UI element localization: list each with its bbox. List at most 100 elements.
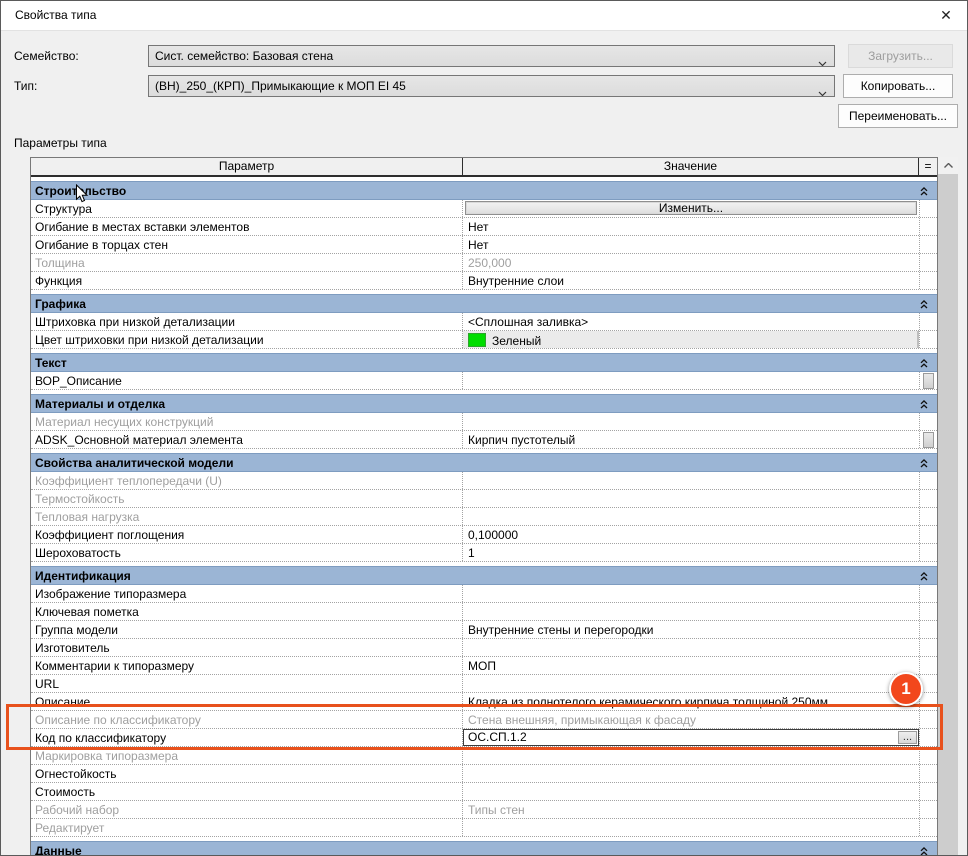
param-cell: Комментарии к типоразмеру xyxy=(31,657,463,674)
table-row: Коэффициент поглощения0,100000 xyxy=(31,526,937,544)
param-mini-button[interactable] xyxy=(923,373,934,389)
section-header[interactable]: Идентификация xyxy=(31,566,937,585)
eq-cell xyxy=(919,783,937,800)
scrollbar-thumb[interactable] xyxy=(938,174,958,856)
chevron-down-icon xyxy=(818,83,827,97)
eq-cell xyxy=(919,490,937,507)
table-row: ADSK_Основной материал элементаКирпич пу… xyxy=(31,431,937,449)
eq-cell xyxy=(919,313,937,330)
type-select[interactable]: (ВН)_250_(КРП)_Примыкающие к МОП EI 45 xyxy=(148,75,835,97)
value-cell[interactable]: Изменить... xyxy=(463,200,919,217)
collapse-section-icon xyxy=(919,846,929,856)
eq-cell xyxy=(919,526,937,543)
value-cell[interactable] xyxy=(463,675,919,692)
column-header-value[interactable]: Значение xyxy=(463,158,919,175)
table-row: Материал несущих конструкций xyxy=(31,413,937,431)
section-header[interactable]: Графика xyxy=(31,294,937,313)
param-cell: Рабочий набор xyxy=(31,801,463,818)
section-header[interactable]: Материалы и отделка xyxy=(31,394,937,413)
collapse-section-icon xyxy=(919,399,929,410)
table-row: Огнестойкость xyxy=(31,765,937,783)
mouse-cursor xyxy=(75,184,89,207)
collapse-section-icon xyxy=(919,299,929,310)
value-cell[interactable]: Нет xyxy=(463,218,919,235)
value-cell[interactable]: Типы стен xyxy=(463,801,919,818)
table-row: Комментарии к типоразмеруМОП xyxy=(31,657,937,675)
section-title: Свойства аналитической модели xyxy=(35,456,233,470)
arrow-up-icon xyxy=(944,163,953,168)
value-cell[interactable] xyxy=(463,585,919,602)
value-cell[interactable] xyxy=(463,819,919,836)
value-cell[interactable]: <Сплошная заливка> xyxy=(463,313,919,330)
value-cell[interactable] xyxy=(463,508,919,525)
eq-cell xyxy=(919,200,937,217)
duplicate-button[interactable]: Копировать... xyxy=(843,74,953,98)
param-mini-button[interactable] xyxy=(923,432,934,448)
window-title: Свойства типа xyxy=(15,1,96,30)
type-parameters-caption: Параметры типа xyxy=(14,136,107,150)
value-cell[interactable]: Внутренние стены и перегородки xyxy=(463,621,919,638)
load-button[interactable]: Загрузить... xyxy=(848,44,953,68)
value-cell[interactable] xyxy=(463,603,919,620)
section-title: Данные xyxy=(35,844,82,856)
param-cell: ADSK_Основной материал элемента xyxy=(31,431,463,448)
table-row: Коэффициент теплопередачи (U) xyxy=(31,472,937,490)
type-select-value: (ВН)_250_(КРП)_Примыкающие к МОП EI 45 xyxy=(155,79,406,93)
param-cell: Группа модели xyxy=(31,621,463,638)
vertical-scrollbar[interactable] xyxy=(938,157,958,856)
family-select[interactable]: Сист. семейство: Базовая стена xyxy=(148,45,835,67)
param-cell: Коэффициент теплопередачи (U) xyxy=(31,472,463,489)
value-cell[interactable] xyxy=(463,413,919,430)
param-cell: ВОР_Описание xyxy=(31,372,463,389)
modify-button[interactable]: Изменить... xyxy=(465,201,917,215)
value-cell[interactable]: Нет xyxy=(463,236,919,253)
table-row: Тепловая нагрузка xyxy=(31,508,937,526)
value-cell[interactable] xyxy=(463,472,919,489)
close-button[interactable]: ✕ xyxy=(929,1,963,30)
collapse-section-icon xyxy=(919,571,929,582)
value-cell[interactable] xyxy=(463,372,919,389)
eq-cell xyxy=(919,585,937,602)
section-title: Графика xyxy=(35,297,86,311)
param-cell: Тепловая нагрузка xyxy=(31,508,463,525)
value-cell[interactable]: Кирпич пустотелый xyxy=(463,431,919,448)
param-cell: Редактирует xyxy=(31,819,463,836)
value-cell[interactable]: 0,100000 xyxy=(463,526,919,543)
param-cell: Изображение типоразмера xyxy=(31,585,463,602)
param-cell: Стоимость xyxy=(31,783,463,800)
value-cell[interactable] xyxy=(463,765,919,782)
value-cell[interactable]: МОП xyxy=(463,657,919,674)
eq-cell xyxy=(919,218,937,235)
collapse-section-icon xyxy=(919,458,929,469)
table-row: ФункцияВнутренние слои xyxy=(31,272,937,290)
value-cell[interactable] xyxy=(463,783,919,800)
value-cell[interactable]: 250,000 xyxy=(463,254,919,271)
eq-cell xyxy=(919,544,937,561)
eq-cell xyxy=(919,603,937,620)
eq-cell xyxy=(919,765,937,782)
value-cell[interactable]: Внутренние слои xyxy=(463,272,919,289)
column-header-parameter[interactable]: Параметр xyxy=(31,158,463,175)
table-row: URL xyxy=(31,675,937,693)
value-cell[interactable]: 1 xyxy=(463,544,919,561)
value-cell[interactable] xyxy=(463,490,919,507)
section-header[interactable]: Свойства аналитической модели xyxy=(31,453,937,472)
eq-cell xyxy=(919,819,937,836)
scroll-up-button[interactable] xyxy=(938,157,958,174)
table-row: Штриховка при низкой детализации<Сплошна… xyxy=(31,313,937,331)
type-label: Тип: xyxy=(14,75,37,97)
table-row: СтруктураИзменить... xyxy=(31,200,937,218)
eq-cell xyxy=(919,801,937,818)
param-cell: Ключевая пометка xyxy=(31,603,463,620)
param-cell: Материал несущих конструкций xyxy=(31,413,463,430)
eq-cell xyxy=(919,331,937,348)
section-header[interactable]: Текст xyxy=(31,353,937,372)
param-cell: Огибание в местах вставки элементов xyxy=(31,218,463,235)
eq-cell xyxy=(919,236,937,253)
eq-cell xyxy=(919,413,937,430)
value-cell[interactable]: Зеленый xyxy=(463,331,919,348)
rename-button[interactable]: Переименовать... xyxy=(838,104,958,128)
section-header[interactable]: Данные xyxy=(31,841,937,856)
value-cell[interactable] xyxy=(463,639,919,656)
section-header[interactable]: Строительство xyxy=(31,181,937,200)
